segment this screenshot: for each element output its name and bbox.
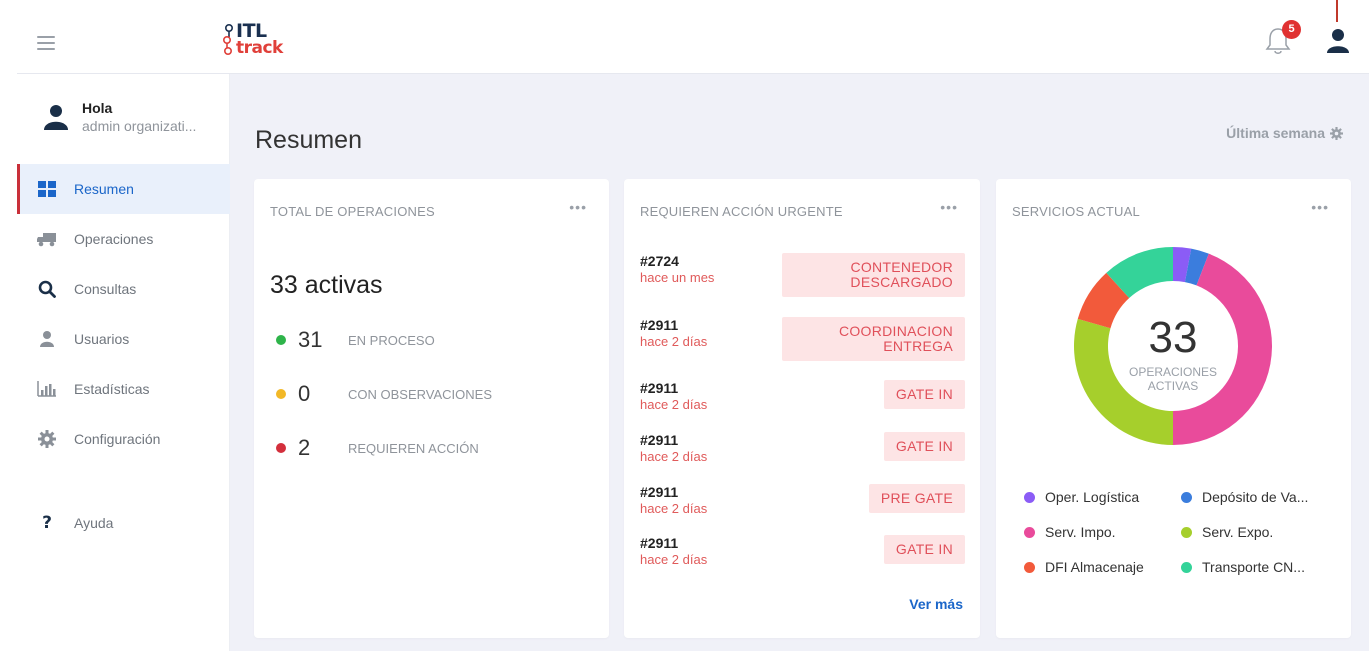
stat-label: REQUIEREN ACCIÓN [348, 440, 479, 456]
sidebar-item-label: Resumen [74, 181, 134, 197]
legend-swatch [1024, 561, 1035, 573]
status-tag[interactable]: GATE IN [883, 535, 965, 564]
legend-item[interactable]: Serv. Impo. [1024, 524, 1116, 540]
donut-chart: 33 OPERACIONES ACTIVAS [1074, 243, 1272, 449]
view-more-link[interactable]: Ver más [909, 596, 963, 612]
search-icon [37, 279, 57, 299]
legend-label: Transporte CN... [1202, 559, 1305, 575]
urgent-item[interactable]: #2911 hace 2 días GATE IN [640, 535, 965, 567]
legend-item[interactable]: DFI Almacenaje [1024, 559, 1144, 575]
sidebar-item-consultas[interactable]: Consultas [17, 264, 230, 314]
legend-item[interactable]: Transporte CN... [1181, 559, 1305, 575]
sidebar-item-label: Consultas [74, 281, 137, 297]
top-bar: ITL track 5 [17, 0, 1369, 74]
legend-label: Depósito de Va... [1202, 489, 1309, 505]
sidebar-item-label: Usuarios [74, 331, 130, 347]
sidebar-item-label: Ayuda [74, 515, 114, 531]
sidebar: Hola admin organizati... Resumen Operaci… [0, 0, 230, 651]
top-right-indicator [1336, 0, 1338, 22]
sidebar-item-configuracion[interactable]: Configuración [17, 414, 230, 464]
sidebar-item-label: Operaciones [74, 231, 154, 247]
sidebar-item-operaciones[interactable]: Operaciones [17, 214, 230, 264]
stat-label: CON OBSERVACIONES [348, 386, 492, 402]
sidebar-item-label: Configuración [74, 431, 161, 447]
legend-label: Serv. Impo. [1045, 524, 1116, 540]
card-title: REQUIEREN ACCIÓN URGENTE [640, 204, 843, 219]
user-icon[interactable] [1322, 24, 1354, 58]
hamburger-icon[interactable] [37, 36, 55, 50]
stat-observations: 0 CON OBSERVACIONES [276, 381, 492, 407]
truck-icon [37, 229, 57, 249]
urgent-actions-card: REQUIEREN ACCIÓN URGENTE ••• #2724 hace … [624, 179, 980, 638]
services-card: SERVICIOS ACTUAL ••• 33 OPERACIONES ACTIV… [996, 179, 1351, 638]
legend-item[interactable]: Serv. Expo. [1181, 524, 1273, 540]
status-tag[interactable]: GATE IN [883, 380, 965, 409]
user-name: admin organizati... [82, 118, 197, 134]
legend-swatch [1024, 491, 1035, 503]
stat-label: EN PROCESO [348, 332, 435, 348]
page-title: Resumen [255, 126, 362, 154]
sidebar-item-usuarios[interactable]: Usuarios [17, 314, 230, 364]
logo-track-text: track [236, 38, 283, 58]
more-options-icon[interactable]: ••• [569, 199, 587, 215]
status-dot [276, 335, 286, 345]
total-operations-card: TOTAL DE OPERACIONES ••• 33 activas 31 E… [254, 179, 609, 638]
status-tag[interactable]: CONTENEDOR DESCARGADO [782, 253, 965, 297]
urgent-item[interactable]: #2911 hace 2 días GATE IN [640, 432, 965, 464]
gear-icon [37, 429, 57, 449]
urgent-item[interactable]: #2911 hace 2 días PRE GATE [640, 484, 965, 516]
sidebar-item-resumen[interactable]: Resumen [17, 164, 230, 214]
status-tag[interactable]: GATE IN [883, 432, 965, 461]
bar-chart-icon [37, 379, 57, 399]
stat-require-action: 2 REQUIEREN ACCIÓN [276, 435, 479, 461]
more-options-icon[interactable]: ••• [940, 199, 958, 215]
sidebar-item-ayuda[interactable]: ? Ayuda [17, 498, 230, 548]
legend-swatch [1181, 491, 1192, 503]
period-label: Última semana [1226, 125, 1325, 141]
active-count: 33 activas [270, 271, 383, 299]
stat-value: 31 [298, 327, 323, 352]
legend-label: Oper. Logística [1045, 489, 1140, 505]
status-tag[interactable]: PRE GATE [868, 484, 965, 513]
donut-total-label: OPERACIONES ACTIVAS [1128, 365, 1218, 393]
urgent-item[interactable]: #2911 hace 2 días COORDINACION ENTREGA [640, 317, 965, 361]
legend-swatch [1181, 561, 1192, 573]
donut-total: 33 [1148, 313, 1198, 362]
sidebar-item-label: Estadísticas [74, 381, 150, 397]
sidebar-nav: Resumen Operaciones Consultas Usuarios E… [17, 164, 230, 548]
card-title: SERVICIOS ACTUAL [1012, 204, 1140, 219]
legend-item[interactable]: Oper. Logística [1024, 489, 1139, 505]
greeting: Hola [82, 100, 113, 116]
legend-swatch [1024, 526, 1035, 538]
card-title: TOTAL DE OPERACIONES [270, 204, 435, 219]
legend-swatch [1181, 526, 1192, 538]
legend-label: DFI Almacenaje [1045, 559, 1144, 575]
status-dot [276, 443, 286, 453]
more-options-icon[interactable]: ••• [1311, 199, 1329, 215]
avatar [44, 105, 68, 130]
urgent-item[interactable]: #2724 hace un mes CONTENEDOR DESCARGADO [640, 253, 965, 297]
stat-in-process: 31 EN PROCESO [276, 327, 435, 353]
question-icon: ? [42, 513, 52, 533]
grid-icon [37, 179, 57, 199]
sidebar-item-estadisticas[interactable]: Estadísticas [17, 364, 230, 414]
stat-value: 2 [298, 435, 311, 460]
user-icon [37, 329, 57, 349]
status-tag[interactable]: COORDINACION ENTREGA [782, 317, 965, 361]
urgent-item[interactable]: #2911 hace 2 días GATE IN [640, 380, 965, 412]
status-dot [276, 389, 286, 399]
legend-label: Serv. Expo. [1202, 524, 1274, 540]
stat-value: 0 [298, 381, 311, 406]
period-selector[interactable]: Última semana [1226, 125, 1343, 141]
logo-chain-icon [222, 23, 234, 55]
notification-badge: 5 [1282, 20, 1301, 39]
donut-center: 33 OPERACIONES ACTIVAS [1074, 243, 1272, 449]
legend-item[interactable]: Depósito de Va... [1181, 489, 1308, 505]
gear-icon [1330, 126, 1343, 140]
